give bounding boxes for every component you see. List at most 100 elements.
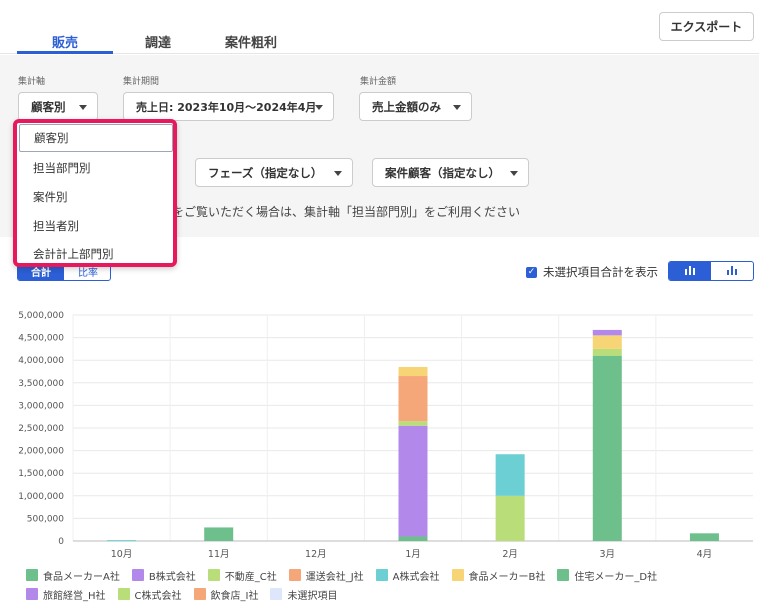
legend-label: 運送会社_J社 [305,571,364,583]
legend-swatch [26,588,38,600]
active-tab-indicator [17,51,113,54]
chevron-down-icon [334,171,342,176]
y-tick-label: 4,500,000 [18,334,64,344]
legend-item[interactable]: 飲食店_I社 [193,588,259,602]
legend-item[interactable]: C株式会社 [117,588,182,602]
axis-select-value: 顧客別 [31,99,66,114]
axis-dropdown-menu: 顧客別 担当部門別 案件別 担当者別 会計計上部門別 [13,119,177,267]
legend-item[interactable]: 旅館経営_H社 [26,588,106,602]
legend-label: 住宅メーカー_D社 [574,571,658,583]
legend-item[interactable]: 食品メーカーB社 [451,569,546,583]
y-tick-label: 0 [58,537,64,547]
legend-swatch [451,569,464,581]
legend-swatch [117,588,130,600]
legend-swatch [288,569,301,581]
view-stacked-button[interactable] [669,262,711,280]
show-unselected-label: 未選択項目合計を表示 [543,265,658,279]
project-customer-select[interactable]: 案件顧客（指定なし） [372,158,529,187]
period-select-value: 売上日: 2023年10月〜2024年4月 [136,100,317,114]
legend-swatch [270,588,283,600]
chart-view-toggle[interactable] [668,261,754,281]
x-tick-label: 3月 [600,549,616,560]
y-tick-label: 500,000 [27,514,64,524]
tab-procurement[interactable]: 調達 [145,32,171,51]
dropdown-option-project[interactable]: 案件別 [19,183,173,211]
period-label: 集計期間 [123,77,160,87]
show-unselected-toggle[interactable]: ✓ 未選択項目合計を表示 [526,264,658,280]
bar-segment [592,335,622,349]
legend-label: 食品メーカーA社 [43,571,120,583]
legend-item[interactable]: 住宅メーカー_D社 [557,569,658,583]
sales-bar-chart: 0 500,000 1,000,000 1,500,000 2,000,000 2,500… [18,311,753,560]
tab-sales[interactable]: 販売 [52,32,78,51]
y-tick-label: 4,000,000 [18,356,64,366]
amount-select-value: 売上金額のみ [372,99,441,114]
dropdown-option-accounting-department[interactable]: 会計計上部門別 [19,240,173,268]
legend-label: 食品メーカーB社 [468,571,546,583]
chevron-down-icon [510,171,518,176]
checkbox-checked-icon[interactable]: ✓ [526,266,537,278]
dropdown-option-person[interactable]: 担当者別 [19,212,173,240]
bar-segment [398,421,428,426]
legend-item[interactable]: 運送会社_J社 [288,569,364,583]
period-select[interactable]: 売上日: 2023年10月〜2024年4月 [123,92,334,121]
legend-item[interactable]: 食品メーカーA社 [26,569,120,583]
x-tick-label: 4月 [697,549,713,560]
legend-item[interactable]: 未選択項目 [270,588,338,602]
x-tick-label: 2月 [502,549,518,560]
chart-legend: 食品メーカーA社 B株式会社 不動産_C社 運送会社_J社 A株式会社 食品メーカーB社 住… [26,569,746,602]
x-tick-label: 12月 [305,549,327,560]
y-tick-label: 2,000,000 [18,447,64,457]
tab-project-gross-profit[interactable]: 案件粗利 [225,32,277,51]
y-tick-label: 5,000,000 [18,311,64,321]
legend-swatch [26,569,38,581]
legend-swatch [207,569,220,581]
bar-segment [398,366,428,377]
legend-label: B株式会社 [148,571,196,583]
phase-select[interactable]: フェーズ（指定なし） [195,158,353,187]
amount-select[interactable]: 売上金額のみ [359,92,472,121]
y-tick-label: 1,000,000 [18,492,64,502]
axis-select[interactable]: 顧客別 [18,92,98,121]
bar-segment [592,348,622,356]
legend-swatch [193,588,206,600]
x-tick-label: 11月 [208,549,230,560]
bar-segment [495,454,525,496]
y-tick-label: 2,500,000 [18,424,64,434]
x-tick-label: 10月 [111,549,133,560]
bar-segment [107,540,137,542]
axis-label: 集計軸 [18,77,46,87]
axis-hint-text: をご覧いただく場合は、集計軸「担当部門別」をご利用ください [172,205,521,219]
x-tick-label: 1月 [405,549,421,560]
legend-label: 不動産_C社 [224,571,277,583]
bar-chart-stacked-icon [685,266,695,275]
bar-segment [398,376,428,422]
legend-label: A株式会社 [392,571,440,583]
bar-segment [592,329,622,336]
y-tick-label: 1,500,000 [18,469,64,479]
amount-label: 集計金額 [360,77,397,87]
view-grouped-button[interactable] [711,262,753,280]
bar-segment [398,425,428,537]
chevron-down-icon [79,105,87,110]
legend-item[interactable]: B株式会社 [131,569,196,583]
legend-label: C株式会社 [134,590,182,602]
top-bar: 販売 調達 案件粗利 エクスポート [0,0,759,54]
bar-segment [592,355,622,541]
legend-label: 未選択項目 [287,590,338,602]
export-button[interactable]: エクスポート [659,12,754,41]
y-tick-label: 3,500,000 [18,379,64,389]
project-customer-select-value: 案件顧客（指定なし） [385,165,500,180]
legend-swatch [557,569,570,581]
y-tick-label: 3,000,000 [18,401,64,411]
bar-chart-icon [727,266,737,275]
legend-item[interactable]: 不動産_C社 [207,569,277,583]
bar-segment [689,533,719,541]
legend-label: 飲食店_I社 [210,590,259,602]
dropdown-option-department[interactable]: 担当部門別 [19,154,173,182]
chevron-down-icon [453,105,461,110]
legend-item[interactable]: A株式会社 [375,569,440,583]
dropdown-option-customer[interactable]: 顧客別 [19,124,173,152]
legend-label: 旅館経営_H社 [43,590,106,602]
legend-swatch [375,569,388,581]
